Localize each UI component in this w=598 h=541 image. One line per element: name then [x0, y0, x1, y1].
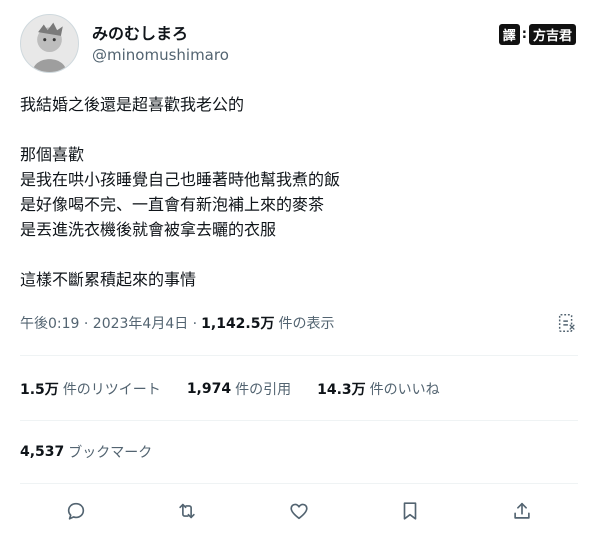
- tweet-line: 是丟進洗衣機後就會被拿去曬的衣服: [20, 220, 277, 239]
- quotes-label: 件の引用: [235, 382, 292, 398]
- likes-stat[interactable]: 14.3万 件のいいね: [317, 379, 440, 399]
- tweet-line: [20, 117, 570, 142]
- analytics-icon[interactable]: [556, 312, 578, 334]
- views-count: 1,142.5万: [201, 316, 275, 332]
- bookmarks-label: ブックマーク: [68, 445, 153, 461]
- tweet-header: みのむしまろ @minomushimaro 譯 : 方吉君: [20, 14, 580, 74]
- avatar[interactable]: [20, 14, 79, 73]
- share-icon[interactable]: [509, 498, 535, 524]
- likes-label: 件のいいね: [369, 382, 440, 398]
- heart-icon[interactable]: [286, 498, 312, 524]
- tweet-line: 那個喜歡: [20, 145, 85, 164]
- user-handle[interactable]: @minomushimaro: [92, 46, 229, 64]
- reply-icon[interactable]: [63, 498, 89, 524]
- translator-tag: 譯: [498, 23, 520, 45]
- retweets-count: 1.5万: [20, 382, 59, 398]
- tweet-line: 我結婚之後還是超喜歡我老公的: [20, 95, 245, 114]
- translator-separator: :: [521, 26, 527, 42]
- tweet-line: [20, 242, 570, 267]
- tweet-text: 我結婚之後還是超喜歡我老公的 那個喜歡 是我在哄小孩睡覺自己也睡著時他幫我煮的飯…: [20, 92, 570, 292]
- avatar-illustration-icon: [21, 15, 78, 72]
- bookmark-icon[interactable]: [397, 498, 423, 524]
- tweet-meta: 午後0:19 · 2023年4月4日 · 1,142.5万 件の表示: [20, 312, 578, 334]
- retweets-label: 件のリツイート: [62, 382, 161, 398]
- quotes-stat[interactable]: 1,974 件の引用: [187, 379, 291, 399]
- bookmarks-count: 4,537: [20, 444, 65, 460]
- display-name[interactable]: みのむしまろ: [92, 20, 188, 44]
- translator-name: 方吉君: [528, 23, 576, 45]
- bookmarks-stat[interactable]: 4,537 ブックマーク: [20, 441, 178, 463]
- tweet-line: 是好像喝不完、一直會有新泡補上來的麥茶: [20, 195, 325, 214]
- retweet-icon[interactable]: [174, 498, 200, 524]
- timestamp[interactable]: 午後0:19 · 2023年4月4日 ·: [20, 313, 197, 333]
- tweet-line: 是我在哄小孩睡覺自己也睡著時他幫我煮的飯: [20, 170, 341, 189]
- engagement-stats: 1.5万 件のリツイート 1,974 件の引用 14.3万 件のいいね: [20, 378, 466, 400]
- divider: [20, 483, 578, 484]
- divider: [20, 355, 578, 356]
- views-label: 件の表示: [278, 316, 335, 332]
- quotes-count: 1,974: [186, 381, 232, 397]
- likes-count: 14.3万: [317, 382, 366, 398]
- tweet-line: 這樣不斷累積起來的事情: [20, 270, 197, 289]
- divider: [20, 420, 578, 421]
- retweets-stat[interactable]: 1.5万 件のリツイート: [20, 379, 161, 399]
- translator-badge: 譯 : 方吉君: [498, 23, 576, 45]
- action-bar: [20, 498, 578, 526]
